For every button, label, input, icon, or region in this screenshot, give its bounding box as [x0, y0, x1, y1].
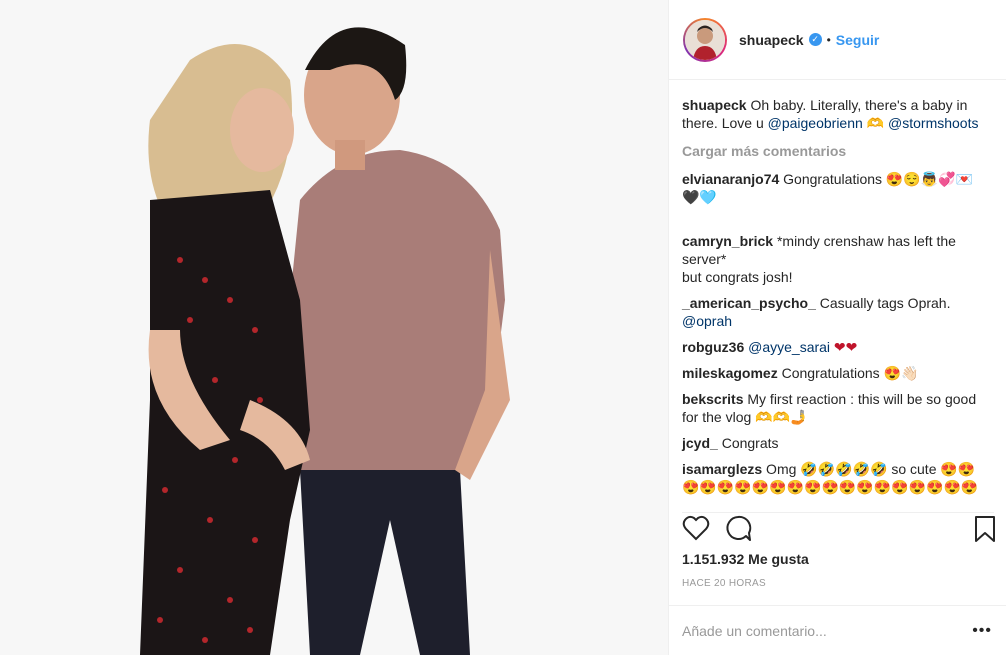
post-photo[interactable]	[0, 0, 668, 655]
caption-glyph: 🫶	[862, 115, 889, 131]
caption: shuapeck Oh baby. Literally, there's a b…	[682, 96, 987, 132]
load-more-comments-button[interactable]: Cargar más comentarios	[682, 142, 987, 160]
comments-section: shuapeck Oh baby. Literally, there's a b…	[682, 96, 987, 504]
caption-mention-paige[interactable]: @paigeobrienn	[768, 115, 863, 131]
comment-username[interactable]: robguz36	[682, 339, 744, 355]
comment-item: _american_psycho_ Casually tags Oprah. @…	[682, 294, 987, 330]
comment-icon[interactable]	[724, 515, 752, 543]
separator-dot: •	[826, 32, 831, 47]
comment-text: Casually tags Oprah.	[815, 295, 951, 311]
comment-username[interactable]: isamarglezs	[682, 461, 762, 477]
comment-username[interactable]: mileskagomez	[682, 365, 778, 381]
comment-item: jcyd_ Congrats	[682, 434, 987, 452]
likes-count[interactable]: 1.151.932 Me gusta	[682, 551, 809, 567]
comment-item: robguz36 @ayye_sarai ❤❤	[682, 338, 987, 356]
comment-text: Congrats	[717, 435, 779, 451]
comment-item: elvianaranjo74 Gongratulations 😍😌👼💞💌🖤🩵	[682, 170, 987, 206]
comment-username[interactable]: _american_psycho_	[682, 295, 816, 311]
couple-photo-illustration	[0, 0, 668, 655]
comment-username[interactable]: camryn_brick	[682, 233, 773, 249]
comment-mention[interactable]: @ayye_sarai	[748, 339, 830, 355]
comment-item: camryn_brick *mindy crenshaw has left th…	[682, 214, 987, 286]
post-actions-bar	[682, 512, 996, 545]
avatar[interactable]	[683, 17, 727, 62]
comment-item: mileskagomez Congratulations 😍👋🏻	[682, 364, 987, 382]
comment-item: isamarglezs Omg 🤣🤣🤣🤣🤣 so cute 😍😍😍😍😍😍😍😍😍😍…	[682, 460, 987, 496]
caption-username[interactable]: shuapeck	[682, 97, 747, 113]
comment-username[interactable]: bekscrits	[682, 391, 743, 407]
avatar-icon	[685, 19, 725, 60]
add-comment-bar: Añade un comentario...	[668, 605, 1006, 655]
comment-item: bekscrits My first reaction : this will …	[682, 390, 987, 426]
comment-username[interactable]: jcyd_	[682, 435, 718, 451]
verified-badge-icon: ✓	[808, 33, 822, 46]
post-author-username[interactable]: shuapeck	[739, 32, 804, 48]
caption-mention-storm[interactable]: @stormshoots	[888, 115, 978, 131]
follow-button[interactable]: Seguir	[836, 32, 880, 48]
bookmark-icon[interactable]	[974, 515, 996, 543]
comment-text: Congratulations 😍👋🏻	[777, 365, 919, 381]
heart-icon[interactable]	[682, 515, 710, 541]
instagram-post: shuapeck ✓ • Seguir shuapeck Oh baby. Li…	[0, 0, 1006, 655]
post-timestamp[interactable]: HACE 20 HORAS	[682, 578, 766, 589]
comment-hearts: ❤❤	[830, 339, 858, 355]
avatar-image	[685, 19, 725, 60]
more-options-icon[interactable]: •••	[972, 622, 992, 640]
comment-mention[interactable]: @oprah	[682, 313, 732, 329]
comment-username[interactable]: elvianaranjo74	[682, 171, 779, 187]
post-header: shuapeck ✓ • Seguir	[669, 0, 1006, 80]
add-comment-input[interactable]: Añade un comentario...	[682, 623, 827, 639]
